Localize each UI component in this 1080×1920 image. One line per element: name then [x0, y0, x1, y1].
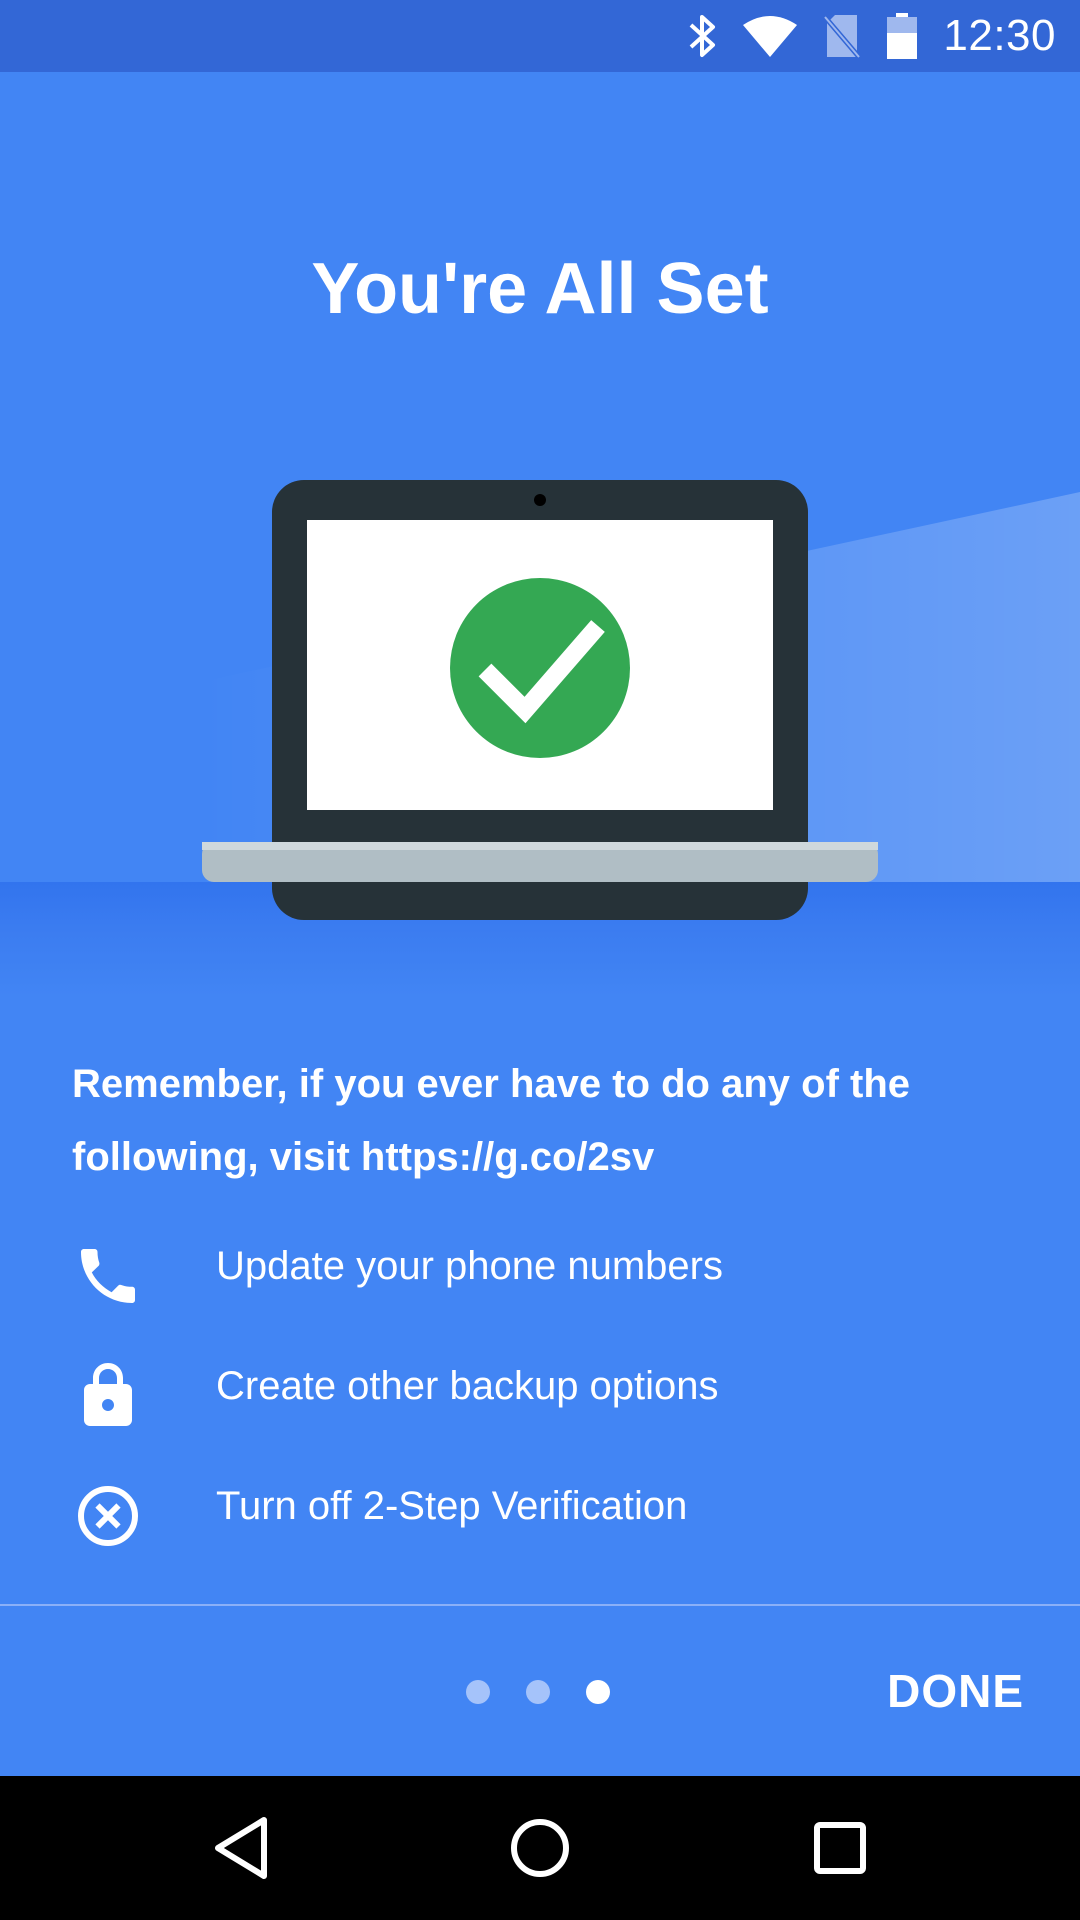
no-sim-icon — [823, 13, 862, 59]
list-item-label: Turn off 2-Step Verification — [216, 1484, 688, 1528]
list-item-label: Update your phone numbers — [216, 1244, 723, 1288]
info-message: Remember, if you ever have to do any of … — [72, 1062, 911, 1179]
page-dot-3-active — [586, 1680, 610, 1704]
page-dot-1 — [466, 1680, 490, 1704]
list-item-update-phone: Update your phone numbers — [0, 1216, 1080, 1326]
done-button[interactable]: DONE — [887, 1664, 1024, 1718]
battery-icon — [887, 13, 918, 59]
status-icons: 12:30 — [687, 0, 1056, 72]
laptop-illustration — [202, 480, 878, 920]
list-item-backup-options: Create other backup options — [0, 1336, 1080, 1446]
back-icon[interactable] — [204, 1812, 276, 1884]
wifi-icon — [743, 15, 798, 57]
list-item-turn-off-2sv: Turn off 2-Step Verification — [0, 1456, 1080, 1566]
hero: You're All Set — [0, 72, 1080, 997]
laptop-camera — [534, 494, 546, 506]
check-circle — [450, 578, 630, 758]
clock: 12:30 — [943, 11, 1056, 60]
page-dot-2 — [526, 1680, 550, 1704]
lock-icon — [72, 1360, 144, 1432]
bluetooth-icon — [687, 13, 717, 59]
laptop-base-highlight — [202, 842, 878, 850]
list-item-label: Create other backup options — [216, 1364, 719, 1408]
home-icon[interactable] — [504, 1812, 576, 1884]
status-bar: 12:30 — [0, 0, 1080, 72]
cancel-circle-icon — [72, 1480, 144, 1552]
phone-icon — [72, 1240, 144, 1312]
navigation-bar — [0, 1776, 1080, 1920]
divider — [0, 1604, 1080, 1606]
page-indicator — [466, 1680, 610, 1704]
recents-icon[interactable] — [804, 1812, 876, 1884]
